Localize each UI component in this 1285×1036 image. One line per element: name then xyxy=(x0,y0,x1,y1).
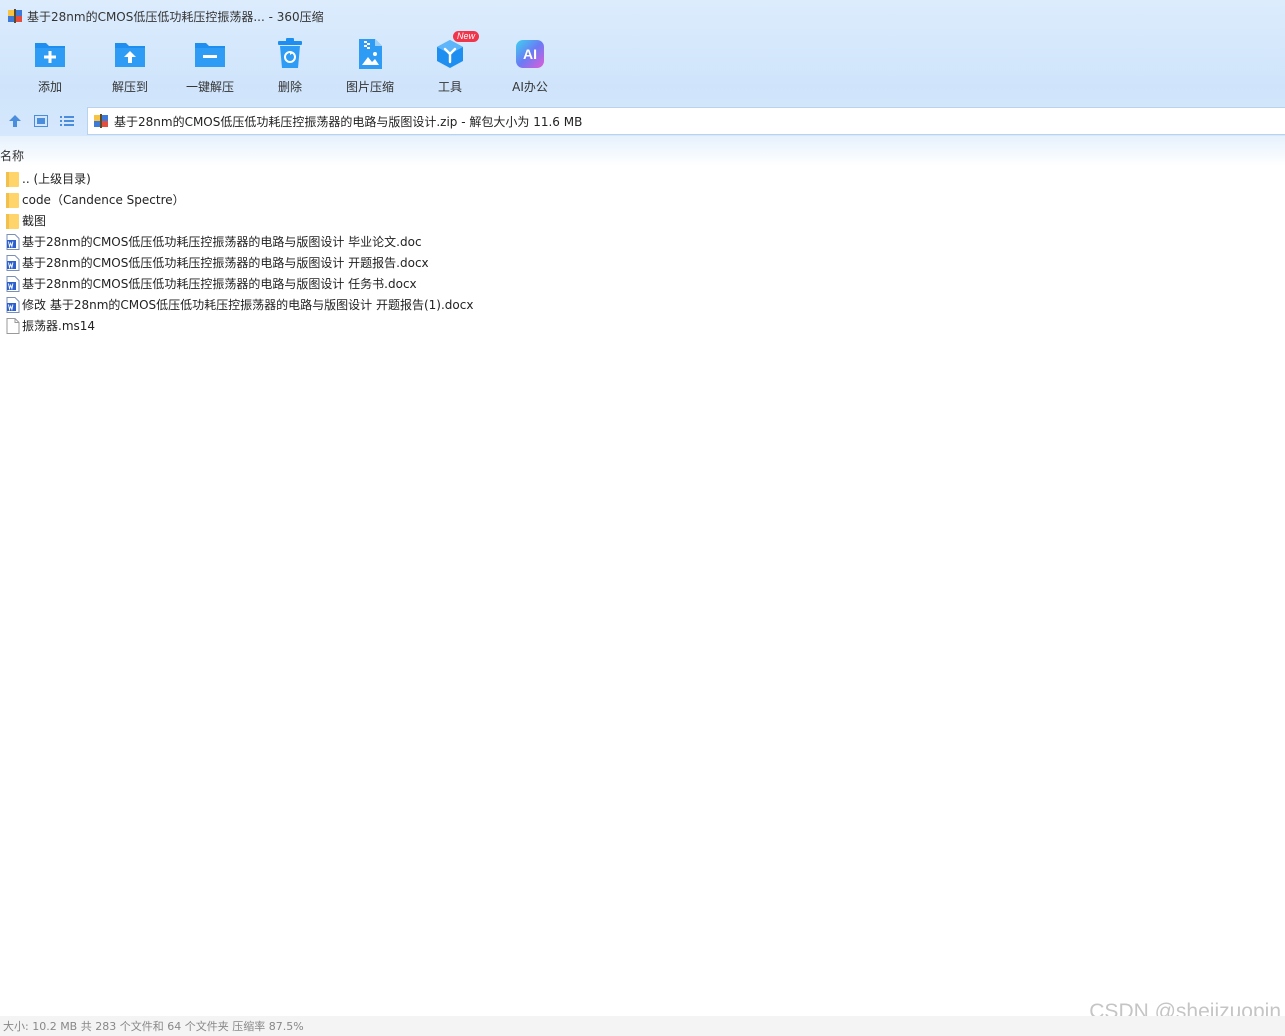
list-view-button[interactable] xyxy=(55,109,79,133)
file-list: .. (上级目录) code（Candence Spectre） 截图 基于28… xyxy=(0,168,1285,336)
list-item[interactable]: 基于28nm的CMOS低压低功耗压控振荡器的电路与版图设计 任务书.docx xyxy=(0,273,1285,294)
trash-icon xyxy=(272,36,308,72)
image-compress-icon xyxy=(352,36,388,72)
image-compress-button[interactable]: 图片压缩 xyxy=(330,36,410,100)
add-label: 添加 xyxy=(37,80,62,94)
file-name: 振荡器.ms14 xyxy=(22,319,96,333)
folder-icon xyxy=(6,213,20,229)
file-name: 截图 xyxy=(22,214,47,228)
image-compress-label: 图片压缩 xyxy=(345,80,394,94)
list-header-background xyxy=(0,136,1285,166)
delete-button[interactable]: 删除 xyxy=(250,36,330,100)
list-item[interactable]: 振荡器.ms14 xyxy=(0,315,1285,336)
title-bar: 基于28nm的CMOS低压低功耗压控振荡器... - 360压缩 xyxy=(0,0,1285,32)
folder-icon xyxy=(6,171,20,187)
ai-office-icon: AI xyxy=(512,36,548,72)
window-title: 基于28nm的CMOS低压低功耗压控振荡器... - 360压缩 xyxy=(27,9,324,24)
list-item[interactable]: 基于28nm的CMOS低压低功耗压控振荡器的电路与版图设计 开题报告.docx xyxy=(0,252,1285,273)
address-text: 基于28nm的CMOS低压低功耗压控振荡器的电路与版图设计.zip - 解包大小… xyxy=(114,114,583,129)
generic-file-icon xyxy=(6,317,20,334)
ai-office-label: AI办公 xyxy=(512,80,548,94)
list-item[interactable]: 截图 xyxy=(0,210,1285,231)
status-bar: 大小: 10.2 MB 共 283 个文件和 64 个文件夹 压缩率 87.5% xyxy=(0,1016,1285,1036)
file-name: 基于28nm的CMOS低压低功耗压控振荡器的电路与版图设计 毕业论文.doc xyxy=(22,235,422,249)
one-click-extract-button[interactable]: 一键解压 xyxy=(170,36,250,100)
window-chrome: 基于28nm的CMOS低压低功耗压控振荡器... - 360压缩 添加 解压到 … xyxy=(0,0,1285,144)
one-click-extract-label: 一键解压 xyxy=(185,80,234,94)
word-document-icon xyxy=(6,233,20,250)
list-item[interactable]: .. (上级目录) xyxy=(0,168,1285,189)
new-badge: New xyxy=(453,31,480,42)
up-button[interactable] xyxy=(3,109,27,133)
delete-label: 删除 xyxy=(277,80,302,94)
thumbnail-view-icon xyxy=(34,115,48,127)
list-view-icon xyxy=(60,116,74,126)
archive-file-icon xyxy=(93,113,109,129)
ai-office-icon-text: AI xyxy=(523,46,537,62)
one-click-extract-icon xyxy=(192,36,228,72)
list-item[interactable]: code（Candence Spectre） xyxy=(0,189,1285,210)
ai-office-button[interactable]: AI AI办公 xyxy=(490,36,570,100)
extract-to-button[interactable]: 解压到 xyxy=(90,36,170,100)
file-name: 基于28nm的CMOS低压低功耗压控振荡器的电路与版图设计 开题报告.docx xyxy=(22,256,429,270)
file-name: code（Candence Spectre） xyxy=(22,193,185,207)
add-folder-icon xyxy=(32,36,68,72)
archive-app-icon xyxy=(7,8,23,24)
tools-label: 工具 xyxy=(437,80,462,94)
extract-to-label: 解压到 xyxy=(111,80,148,94)
word-document-icon xyxy=(6,254,20,271)
add-button[interactable]: 添加 xyxy=(10,36,90,100)
list-item[interactable]: 修改 基于28nm的CMOS低压低功耗压控振荡器的电路与版图设计 开题报告(1)… xyxy=(0,294,1285,315)
toolbar: 添加 解压到 一键解压 删除 图片压缩 New 工具 AI AI办公 xyxy=(10,31,570,100)
address-row: 基于28nm的CMOS低压低功耗压控振荡器的电路与版图设计.zip - 解包大小… xyxy=(0,106,1285,136)
column-header-name[interactable]: 名称 xyxy=(0,147,24,164)
list-item[interactable]: 基于28nm的CMOS低压低功耗压控振荡器的电路与版图设计 毕业论文.doc xyxy=(0,231,1285,252)
thumbnail-view-button[interactable] xyxy=(29,109,53,133)
status-text: 大小: 10.2 MB 共 283 个文件和 64 个文件夹 压缩率 87.5% xyxy=(3,1020,304,1033)
file-name: 修改 基于28nm的CMOS低压低功耗压控振荡器的电路与版图设计 开题报告(1)… xyxy=(22,298,474,312)
extract-to-icon xyxy=(112,36,148,72)
file-name: 基于28nm的CMOS低压低功耗压控振荡器的电路与版图设计 任务书.docx xyxy=(22,277,417,291)
word-document-icon xyxy=(6,296,20,313)
word-document-icon xyxy=(6,275,20,292)
file-name: .. (上级目录) xyxy=(22,172,91,186)
folder-icon xyxy=(6,192,20,208)
arrow-up-icon xyxy=(9,115,21,127)
tools-button[interactable]: New 工具 xyxy=(410,31,490,100)
address-bar[interactable]: 基于28nm的CMOS低压低功耗压控振荡器的电路与版图设计.zip - 解包大小… xyxy=(87,107,1285,135)
